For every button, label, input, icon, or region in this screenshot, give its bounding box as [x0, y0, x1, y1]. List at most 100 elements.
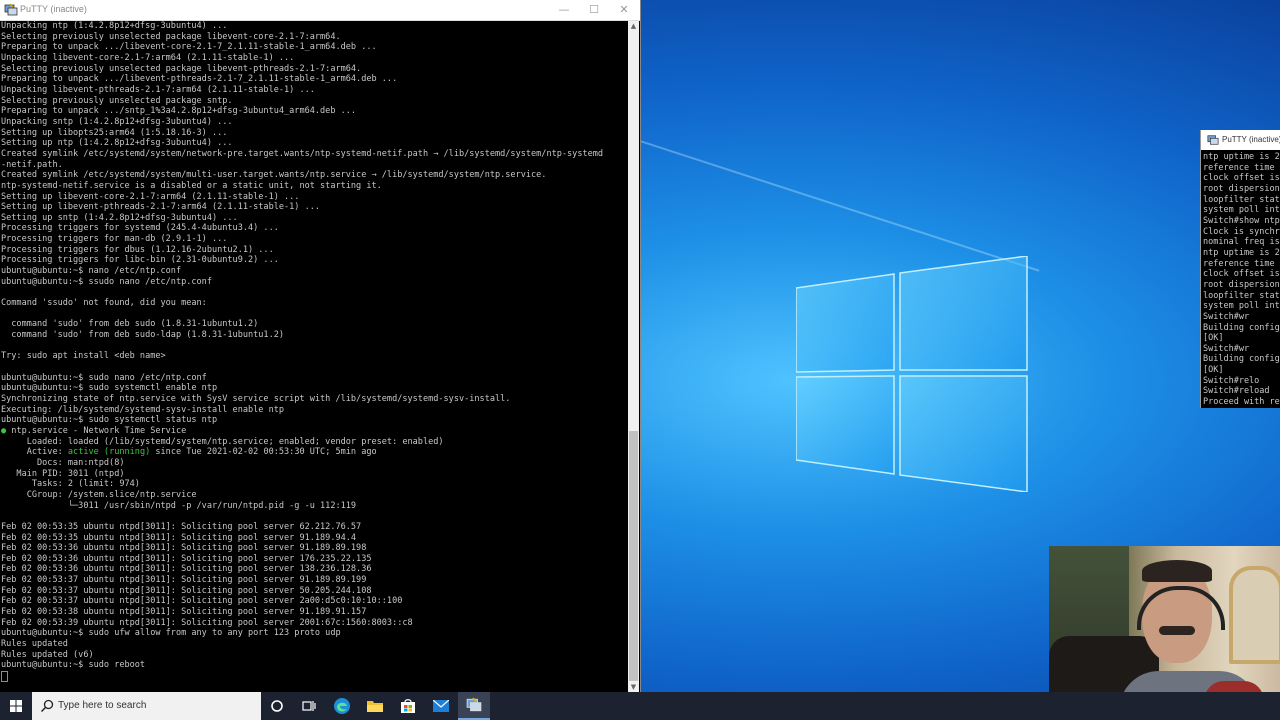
task-view-icon	[302, 701, 316, 711]
close-button[interactable]: ✕	[609, 0, 639, 20]
terminal-line: Active: active (running) since Tue 2021-…	[1, 447, 377, 458]
file-explorer-icon	[367, 701, 383, 712]
terminal-line: ubuntu@ubuntu:~$ nano /etc/ntp.conf	[1, 266, 182, 277]
terminal-line: ntp-systemd-netif.service is a disabled …	[1, 180, 382, 191]
terminal-line: Selecting previously unselected package …	[1, 95, 233, 106]
terminal-line: Synchronizing state of ntp.service with …	[1, 393, 511, 404]
terminal-line: clock offset is	[1203, 173, 1280, 184]
status-bullet-icon: ●	[1, 425, 7, 436]
terminal-line: command 'sudo' from deb sudo-ldap (1.8.3…	[1, 330, 285, 341]
terminal-line: Main PID: 3011 (ntpd)	[1, 468, 125, 479]
mail-icon	[433, 700, 449, 712]
terminal-line: Preparing to unpack .../sntp_1%3a4.2.8p1…	[1, 106, 357, 117]
terminal-output[interactable]: ntp uptime is 2 reference time i clock o…	[1203, 152, 1280, 408]
terminal-line: └─3011 /usr/sbin/ntpd -p /var/run/ntpd.p…	[1, 500, 357, 511]
terminal-output[interactable]: Unpacking ntp (1:4.2.8p12+dfsg-3ubuntu4)…	[1, 21, 627, 692]
scroll-down-arrow-icon[interactable]: ▼	[628, 682, 639, 692]
terminal-line: ● ntp.service - Network Time Service	[1, 425, 187, 436]
terminal-line: Switch#reload	[1203, 386, 1270, 397]
terminal-line: Feb 02 00:53:37 ubuntu ntpd[3011]: Solic…	[1, 575, 367, 586]
putty-icon	[4, 3, 18, 16]
terminal-line: Feb 02 00:53:39 ubuntu ntpd[3011]: Solic…	[1, 617, 413, 628]
terminal-line: Preparing to unpack .../libevent-pthread…	[1, 74, 398, 85]
search-placeholder: Type here to search	[58, 700, 147, 711]
terminal-line: Tasks: 2 (limit: 974)	[1, 479, 140, 490]
terminal-line: ntp uptime is 2	[1203, 247, 1280, 258]
terminal-line: root dispersion	[1203, 279, 1280, 290]
putty-icon	[466, 697, 482, 712]
status-active-state: active (running)	[67, 447, 151, 458]
terminal-line: reference time i	[1203, 258, 1280, 269]
terminal-line: Switch#show ntp	[1203, 215, 1280, 226]
search-icon	[40, 699, 54, 713]
terminal-line: Loaded: loaded (/lib/systemd/system/ntp.…	[1, 436, 444, 447]
webcam-mirror	[1229, 566, 1280, 664]
terminal-line: Setting up libevent-pthreads-2.1-7:arm64…	[1, 202, 321, 213]
terminal-line: ntp uptime is 2	[1203, 152, 1280, 162]
terminal-line: Unpacking libevent-core-2.1-7:arm64 (2.1…	[1, 52, 295, 63]
webcam-person-hair	[1142, 560, 1212, 582]
windows-logo-wallpaper	[796, 256, 1028, 492]
terminal-line: Docs: man:ntpd(8)	[1, 457, 125, 468]
window-title: PuTTY (inactive)	[20, 4, 87, 14]
terminal-line: Building config	[1203, 322, 1280, 333]
terminal-line: system poll int	[1203, 205, 1280, 216]
window-title: PuTTY (inactive)	[1222, 135, 1280, 144]
terminal-line: Feb 02 00:53:37 ubuntu ntpd[3011]: Solic…	[1, 596, 403, 607]
terminal-line: clock offset is	[1203, 269, 1280, 280]
putty-main-window[interactable]: PuTTY (inactive) — ☐ ✕ Unpacking ntp (1:…	[0, 0, 641, 692]
windows-start-icon	[10, 700, 22, 712]
terminal-scrollbar[interactable]: ▲ ▼	[628, 21, 639, 692]
terminal-line: Switch#wr	[1203, 343, 1250, 354]
task-view-button[interactable]	[293, 692, 325, 720]
mail-button[interactable]	[425, 692, 457, 720]
terminal-line: Setting up libevent-core-2.1-7:arm64 (2.…	[1, 191, 300, 202]
terminal-line: Feb 02 00:53:36 ubuntu ntpd[3011]: Solic…	[1, 564, 372, 575]
terminal-line: Feb 02 00:53:36 ubuntu ntpd[3011]: Solic…	[1, 543, 367, 554]
terminal-line: nominal freq is	[1203, 237, 1280, 248]
terminal-line: Unpacking sntp (1:4.2.8p12+dfsg-3ubuntu4…	[1, 116, 233, 127]
terminal-line: Processing triggers for man-db (2.9.1-1)…	[1, 234, 228, 245]
terminal-line: Feb 02 00:53:36 ubuntu ntpd[3011]: Solic…	[1, 553, 372, 564]
terminal-text: Unpacking ntp (1:4.2.8p12+dfsg-3ubuntu4)…	[1, 21, 627, 685]
cortana-icon	[271, 700, 283, 712]
edge-icon	[334, 698, 350, 714]
terminal-line: system poll int	[1203, 301, 1280, 312]
store-button[interactable]	[392, 692, 424, 720]
terminal-line: command 'sudo' from deb sudo (1.8.31-1ub…	[1, 319, 259, 330]
putty-icon	[1207, 135, 1219, 145]
terminal-line: ubuntu@ubuntu:~$ sudo ufw allow from any…	[1, 628, 341, 639]
file-explorer-button[interactable]	[359, 692, 391, 720]
putty-titlebar[interactable]: PuTTY (inactive) — ☐ ✕	[0, 0, 640, 21]
putty2-titlebar[interactable]: PuTTY (inactive)	[1201, 130, 1280, 150]
terminal-line: Clock is synchr	[1203, 226, 1280, 237]
terminal-line: Rules updated (v6)	[1, 649, 94, 660]
store-icon	[401, 699, 415, 713]
cortana-button[interactable]	[261, 692, 293, 720]
terminal-line: [OK]	[1203, 365, 1224, 376]
terminal-text: ntp uptime is 2 reference time i clock o…	[1203, 152, 1280, 408]
edge-button[interactable]	[326, 692, 358, 720]
terminal-line: Processing triggers for libc-bin (2.31-0…	[1, 255, 279, 266]
terminal-line: [OK]	[1203, 333, 1224, 344]
terminal-line: ubuntu@ubuntu:~$ sudo systemctl status n…	[1, 415, 218, 426]
terminal-line: reference time i	[1203, 162, 1280, 173]
scroll-up-arrow-icon[interactable]: ▲	[628, 21, 639, 31]
terminal-line: loopfilter stat	[1203, 290, 1280, 301]
terminal-line: Feb 02 00:53:35 ubuntu ntpd[3011]: Solic…	[1, 532, 357, 543]
terminal-line: Selecting previously unselected package …	[1, 31, 341, 42]
maximize-button[interactable]: ☐	[579, 0, 609, 20]
scrollbar-thumb[interactable]	[629, 431, 638, 681]
minimize-button[interactable]: —	[549, 0, 579, 20]
terminal-line: Try: sudo apt install <deb name>	[1, 351, 166, 362]
putty-second-window[interactable]: PuTTY (inactive) ntp uptime is 2 referen…	[1200, 130, 1280, 408]
terminal-line: Feb 02 00:53:35 ubuntu ntpd[3011]: Solic…	[1, 521, 362, 532]
search-input[interactable]: Type here to search	[32, 692, 261, 720]
putty-taskbar-button[interactable]	[458, 692, 490, 720]
terminal-line: root dispersion	[1203, 183, 1280, 194]
start-button[interactable]	[0, 692, 32, 720]
taskbar: Type here to search	[0, 692, 1280, 720]
terminal-cursor	[1, 671, 8, 683]
terminal-line: Created symlink /etc/systemd/system/netw…	[1, 148, 604, 159]
terminal-line: Preparing to unpack .../libevent-core-2.…	[1, 42, 377, 53]
